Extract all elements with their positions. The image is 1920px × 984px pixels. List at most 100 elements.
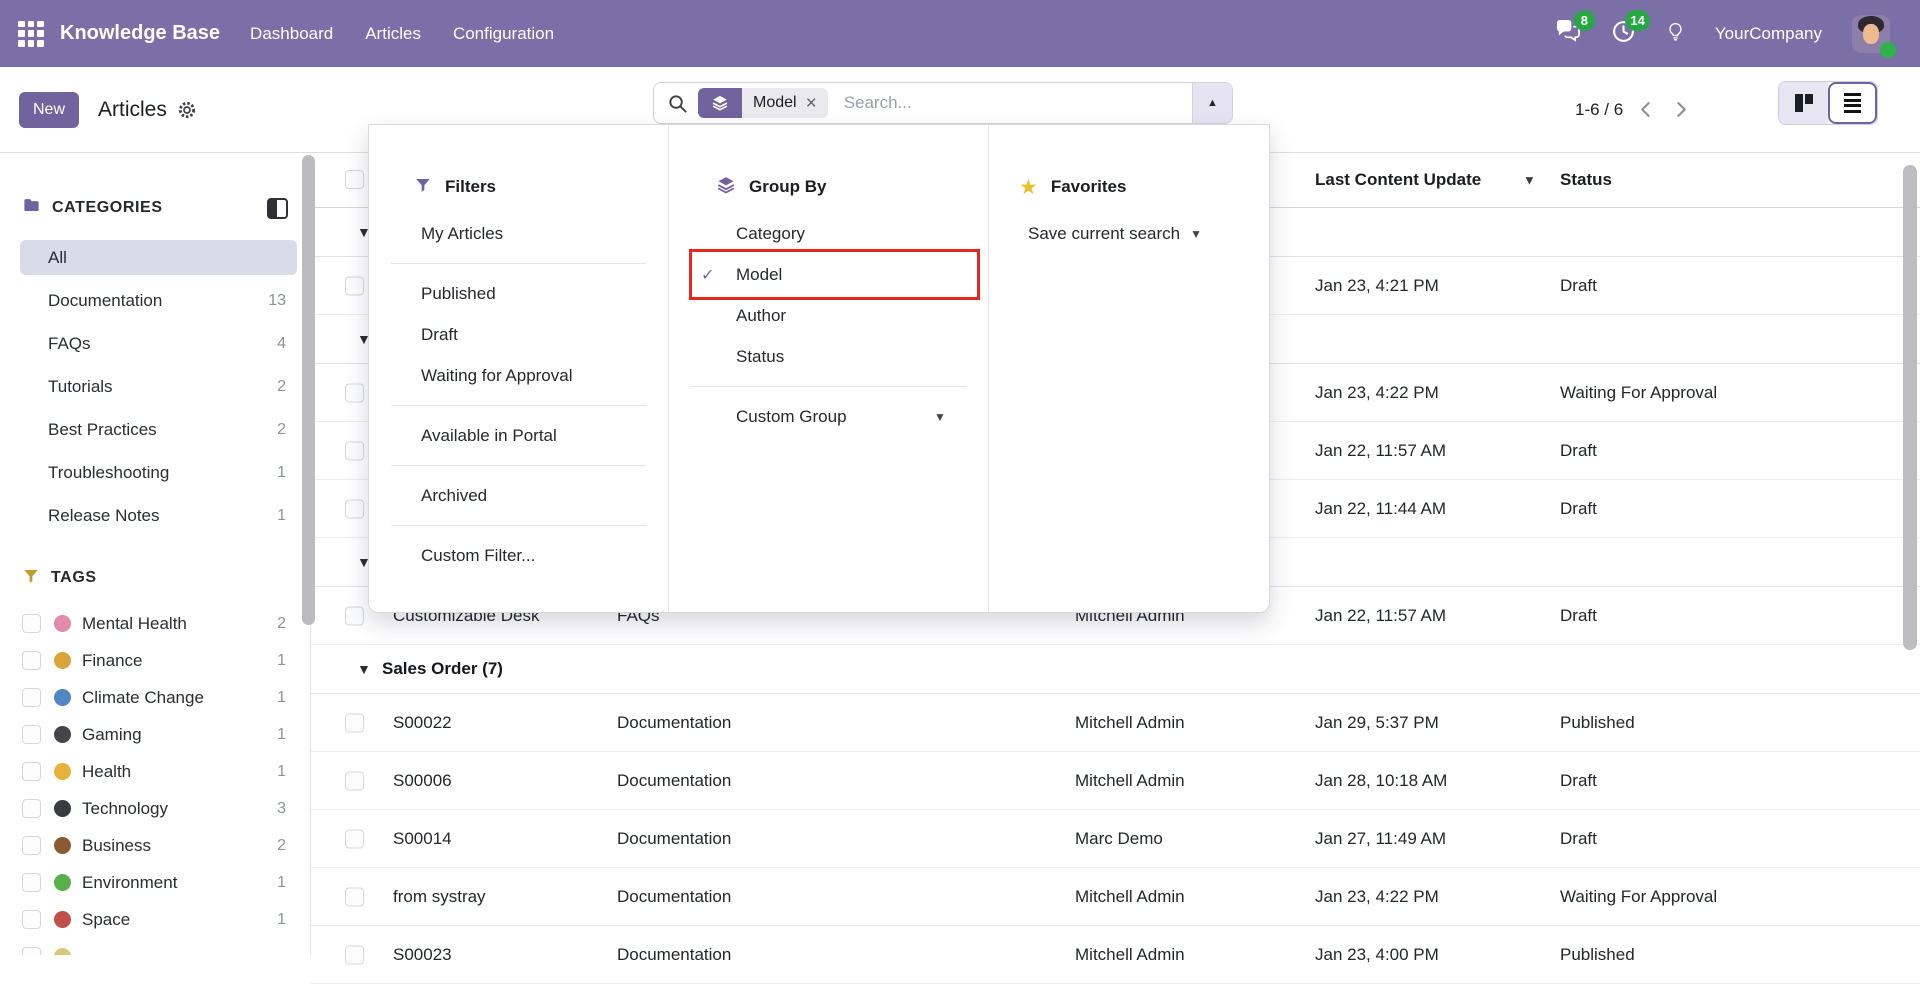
tag-item-gaming[interactable]: Gaming1 <box>0 716 310 753</box>
cell-author: Marc Demo <box>1075 829 1163 849</box>
sidebar-toggle-icon[interactable] <box>267 198 288 219</box>
table-row[interactable]: from systrayDocumentationMitchell AdminJ… <box>311 868 1920 926</box>
gear-icon[interactable] <box>177 100 197 120</box>
category-item-troubleshooting[interactable]: Troubleshooting1 <box>20 455 297 490</box>
tag-checkbox[interactable] <box>22 651 41 670</box>
pager-next-button[interactable] <box>1670 99 1691 120</box>
tag-item-finance[interactable]: Finance1 <box>0 642 310 679</box>
row-checkbox[interactable] <box>345 713 364 732</box>
tag-item-environment[interactable]: Environment1 <box>0 864 310 901</box>
messages-button[interactable]: 8 <box>1554 19 1581 49</box>
group-caret-icon[interactable]: ▼ <box>357 661 371 677</box>
category-item-all[interactable]: All <box>20 240 297 275</box>
nav-menu-articles[interactable]: Articles <box>365 24 421 44</box>
tag-checkbox[interactable] <box>22 725 41 744</box>
row-checkbox[interactable] <box>345 499 364 518</box>
kanban-view-button[interactable] <box>1779 82 1828 124</box>
select-all-checkbox[interactable] <box>345 170 364 189</box>
row-checkbox[interactable] <box>345 887 364 906</box>
chevron-down-icon: ▼ <box>934 410 946 424</box>
rocket-icon <box>54 911 71 928</box>
sidebar-scrollbar[interactable] <box>302 155 315 625</box>
facet-remove-icon[interactable]: × <box>806 94 817 113</box>
tag-item-technology[interactable]: Technology3 <box>0 790 310 827</box>
category-item-tutorials[interactable]: Tutorials2 <box>20 369 297 404</box>
tag-item-space[interactable]: Space1 <box>0 901 310 938</box>
category-item-best-practices[interactable]: Best Practices2 <box>20 412 297 447</box>
tag-item-business[interactable]: Business2 <box>0 827 310 864</box>
divider <box>391 525 646 526</box>
table-row[interactable]: S00014DocumentationMarc DemoJan 27, 11:4… <box>311 810 1920 868</box>
tag-item-item[interactable] <box>0 938 310 955</box>
main-scrollbar[interactable] <box>1903 165 1917 650</box>
row-checkbox[interactable] <box>345 829 364 848</box>
row-checkbox[interactable] <box>345 441 364 460</box>
table-row[interactable]: S00023DocumentationMitchell AdminJan 23,… <box>311 926 1920 984</box>
group-by-item-model[interactable]: ✓Model <box>669 254 988 295</box>
column-status[interactable]: Status <box>1560 170 1612 190</box>
apps-grid-icon[interactable] <box>18 21 44 47</box>
tag-checkbox[interactable] <box>22 799 41 818</box>
table-row[interactable]: S00022DocumentationMitchell AdminJan 29,… <box>311 694 1920 752</box>
cell-date: Jan 22, 11:57 AM <box>1315 606 1446 626</box>
activities-button[interactable]: 14 <box>1611 19 1636 49</box>
row-checkbox[interactable] <box>345 276 364 295</box>
nav-menu-configuration[interactable]: Configuration <box>453 24 554 44</box>
tag-checkbox[interactable] <box>22 947 41 955</box>
pager-previous-button[interactable] <box>1636 99 1657 120</box>
tips-button[interactable] <box>1666 22 1685 46</box>
filter-item-archived[interactable]: Archived <box>369 475 668 516</box>
category-item-documentation[interactable]: Documentation13 <box>20 283 297 318</box>
filter-item-published[interactable]: Published <box>369 273 668 314</box>
new-button[interactable]: New <box>19 92 79 128</box>
tag-checkbox[interactable] <box>22 836 41 855</box>
search-options-toggle[interactable]: ▲ <box>1192 83 1232 123</box>
cell-category: Documentation <box>617 713 731 733</box>
user-avatar[interactable] <box>1852 15 1890 53</box>
divider <box>391 465 646 466</box>
filter-item-draft[interactable]: Draft <box>369 314 668 355</box>
tag-item-mental-health[interactable]: Mental Health2 <box>0 605 310 642</box>
tag-item-climate-change[interactable]: Climate Change1 <box>0 679 310 716</box>
filter-item-custom-filter[interactable]: Custom Filter... <box>369 535 668 576</box>
row-checkbox[interactable] <box>345 771 364 790</box>
cell-date: Jan 28, 10:18 AM <box>1315 771 1447 791</box>
list-view-button[interactable] <box>1828 82 1877 124</box>
tag-label: Finance <box>82 651 142 671</box>
search-input[interactable]: Model × Search... ▲ <box>653 82 1233 124</box>
tag-count: 1 <box>277 874 286 892</box>
group-by-items: Category✓ModelAuthorStatus <box>669 213 988 377</box>
favorites-title: Favorites <box>1051 177 1127 197</box>
tag-checkbox[interactable] <box>22 762 41 781</box>
group-by-item-category[interactable]: Category <box>669 213 988 254</box>
group-by-item-author[interactable]: Author <box>669 295 988 336</box>
globe-icon <box>54 689 71 706</box>
table-group-row[interactable]: ▼Sales Order (7) <box>311 645 1920 694</box>
table-row[interactable]: S00006DocumentationMitchell AdminJan 28,… <box>311 752 1920 810</box>
phone-icon <box>54 800 71 817</box>
tag-checkbox[interactable] <box>22 873 41 892</box>
tag-item-health[interactable]: Health1 <box>0 753 310 790</box>
category-item-release-notes[interactable]: Release Notes1 <box>20 498 297 533</box>
row-checkbox[interactable] <box>345 606 364 625</box>
funnel-icon <box>22 567 40 590</box>
filter-item-waiting-for-approval[interactable]: Waiting for Approval <box>369 355 668 396</box>
facet-label: Model <box>753 94 797 112</box>
tag-checkbox[interactable] <box>22 910 41 929</box>
group-by-item-status[interactable]: Status <box>669 336 988 377</box>
sort-caret-icon[interactable]: ▼ <box>1523 173 1536 188</box>
kanban-icon <box>1795 94 1813 112</box>
custom-group-item[interactable]: Custom Group ▼ <box>669 396 988 437</box>
filter-item-available-in-portal[interactable]: Available in Portal <box>369 415 668 456</box>
tag-checkbox[interactable] <box>22 614 41 633</box>
filter-item-my-articles[interactable]: My Articles <box>369 213 668 254</box>
tag-checkbox[interactable] <box>22 688 41 707</box>
save-current-search-item[interactable]: Save current search ▼ <box>989 213 1271 254</box>
app-name[interactable]: Knowledge Base <box>60 22 220 45</box>
cell-date: Jan 22, 11:44 AM <box>1315 499 1446 519</box>
row-checkbox[interactable] <box>345 383 364 402</box>
category-item-faqs[interactable]: FAQs4 <box>20 326 297 361</box>
nav-menu-dashboard[interactable]: Dashboard <box>250 24 333 44</box>
column-last-content-update[interactable]: Last Content Update <box>1315 170 1481 190</box>
company-name[interactable]: YourCompany <box>1715 24 1822 44</box>
